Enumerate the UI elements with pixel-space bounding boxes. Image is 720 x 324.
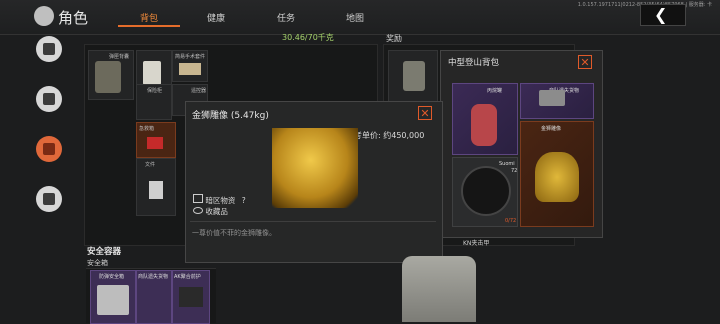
- red-folder-icon: [147, 137, 163, 149]
- game-logo-icon: [34, 6, 54, 26]
- gold-lion-statue-image: [272, 128, 358, 208]
- cargo-case-icon: [539, 90, 565, 106]
- tag-dark-zone: 暗区物资 ?: [193, 194, 246, 206]
- sidebar-case-button[interactable]: [36, 186, 62, 212]
- tab-map[interactable]: 地图: [330, 11, 380, 24]
- pouch-icon: [403, 61, 425, 91]
- tab-backpack[interactable]: 背包: [124, 11, 174, 24]
- backpack-icon: [43, 143, 55, 155]
- drum-magazine-icon: [461, 166, 511, 216]
- active-tab-indicator: [118, 25, 180, 27]
- bag-item-cargo[interactable]: 商队遗失货物: [520, 83, 594, 119]
- secure-container-sub: 安全箱: [87, 259, 108, 267]
- back-button[interactable]: ❮: [640, 4, 686, 26]
- armor-vest-icon[interactable]: [402, 256, 476, 322]
- reward-title: 奖励: [386, 34, 402, 43]
- backpack-item-icon: [95, 61, 121, 93]
- gold-lion-icon: [535, 152, 579, 202]
- ak-handguard-icon: [179, 287, 203, 307]
- popup-close-button[interactable]: ✕: [418, 106, 432, 120]
- chevron-left-icon: ❮: [654, 5, 668, 24]
- tag-box-icon: [193, 194, 203, 203]
- inventory-item[interactable]: 简易手术套件: [172, 50, 208, 82]
- bag-item-suomi-mag[interactable]: Suomi 72 0/72: [452, 157, 518, 227]
- bag-close-button[interactable]: ✕: [578, 55, 592, 69]
- sidebar-backpack-button[interactable]: [36, 136, 62, 162]
- bag-item-propane[interactable]: 丙烷罐: [452, 83, 518, 155]
- vest-icon: [43, 93, 55, 105]
- inventory-item[interactable]: 急救箱: [136, 122, 176, 158]
- safe-item[interactable]: 商队遗失货物: [136, 270, 172, 324]
- tab-health[interactable]: 健康: [191, 11, 241, 24]
- item-description: 一尊价值不菲的金狮雕像。: [192, 229, 276, 237]
- safe-box-icon: [97, 285, 129, 315]
- help-icon[interactable]: ?: [242, 196, 246, 205]
- armor-label: KN夹击甲: [463, 240, 490, 247]
- bag-panel-title: 中型登山背包: [448, 58, 500, 68]
- reward-item[interactable]: [388, 50, 438, 102]
- popup-divider: [190, 221, 436, 222]
- inventory-item[interactable]: 文件: [136, 158, 176, 216]
- safe-item[interactable]: 防弹安全箱: [90, 270, 136, 324]
- surgery-kit-icon: [179, 63, 201, 75]
- sidebar-gun-button[interactable]: [36, 36, 62, 62]
- gun-icon: [43, 43, 55, 55]
- sidebar-gear-button[interactable]: [36, 86, 62, 112]
- inventory-item[interactable]: 保险柜: [136, 84, 172, 120]
- page-title: 角色: [58, 9, 89, 27]
- tag-collectible: 收藏品: [193, 206, 228, 217]
- collectible-icon: [193, 207, 203, 214]
- weight-readout: 30.46/70千克: [282, 33, 334, 42]
- safe-item[interactable]: AK聚合前护: [172, 270, 210, 324]
- secure-container-title: 安全容器: [87, 247, 122, 257]
- can-item-icon: [143, 61, 161, 85]
- popup-title: 金狮雕像 (5.47kg): [192, 111, 269, 121]
- case-icon: [43, 193, 55, 205]
- document-icon: [149, 181, 163, 199]
- tab-tasks[interactable]: 任务: [261, 11, 311, 24]
- propane-tank-icon: [471, 104, 497, 146]
- inventory-item[interactable]: 弹匣背囊: [88, 50, 134, 100]
- bag-item-gold-lion[interactable]: 金狮雕像: [520, 121, 594, 227]
